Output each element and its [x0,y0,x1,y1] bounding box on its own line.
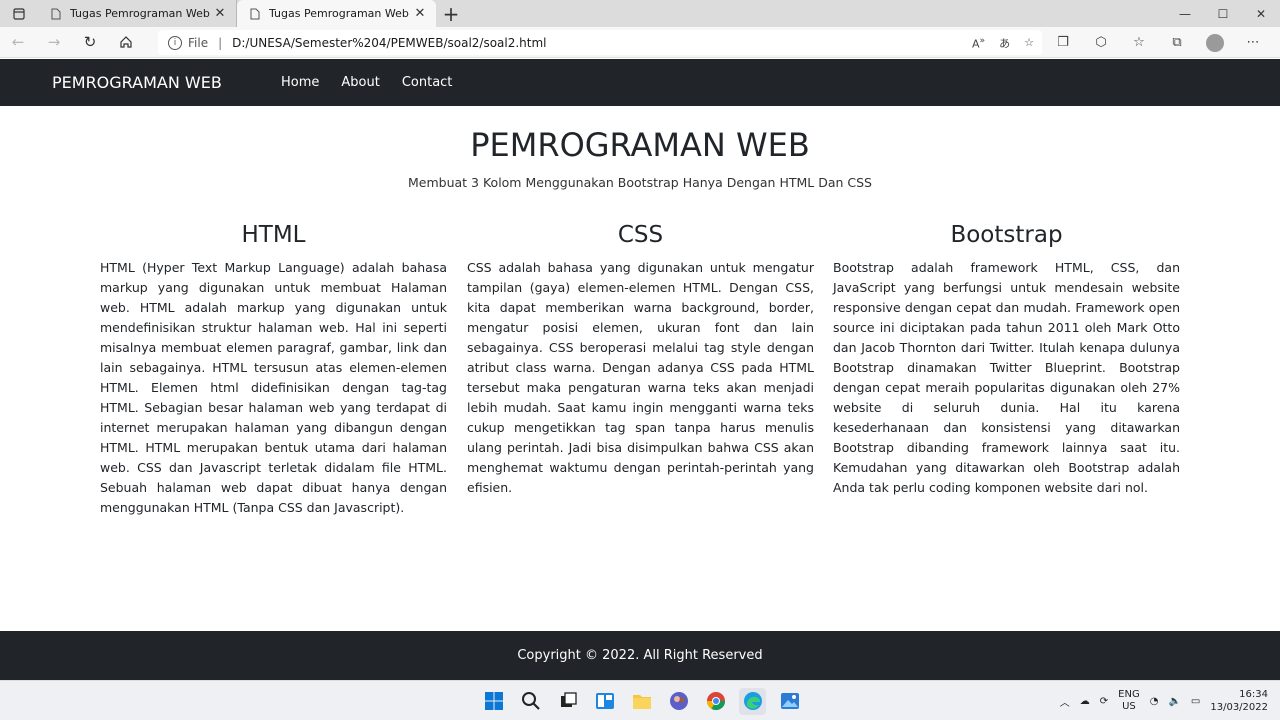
close-icon[interactable]: ✕ [212,6,228,22]
column-text: CSS adalah bahasa yang digunakan untuk m… [467,260,814,495]
plus-icon: + [442,1,460,26]
nav-link-about[interactable]: About [341,75,379,90]
nav-link-contact[interactable]: Contact [402,75,453,90]
browser-tab-active[interactable]: Tugas Pemrograman Web Ahmad ✕ [237,0,436,27]
clock-date: 13/03/2022 [1210,702,1268,713]
column-css: CSS CSS adalah bahasa yang digunakan unt… [467,222,814,498]
new-tab-button[interactable]: + [436,0,466,27]
site-footer: Copyright © 2022. All Right Reserved [0,631,1280,680]
close-icon[interactable]: ✕ [412,6,428,22]
favorites-button[interactable]: ☆ [1120,27,1158,58]
sync-icon[interactable]: ⟳ [1100,696,1108,707]
tab-actions-button[interactable] [0,0,38,27]
page-title: PEMROGRAMAN WEB [470,126,810,164]
page-icon [51,8,61,19]
collections-icon: ❐ [1057,35,1069,50]
column-html: HTML HTML (Hyper Text Markup Language) a… [100,222,447,518]
browser-tab[interactable]: Tugas Pemrograman Web ✕ [38,0,237,27]
collections-panel-button[interactable]: ⧉ [1158,27,1196,58]
home-button[interactable] [108,27,144,58]
close-window-button[interactable]: ✕ [1242,0,1280,27]
arrow-right-icon: → [47,33,61,51]
widgets-icon[interactable] [591,688,618,715]
chevron-up-icon[interactable]: ︿ [1060,694,1070,709]
volume-icon[interactable]: 🔈 [1168,696,1180,707]
windows-start-icon[interactable] [480,688,507,715]
arrow-left-icon: ← [11,33,25,51]
more-button[interactable]: ⋯ [1234,27,1272,58]
language-indicator[interactable]: ENG US [1118,689,1140,713]
maximize-icon: ☐ [1217,6,1229,21]
extensions-icon: ⬡ [1095,35,1107,50]
browser-tab-strip: Tugas Pemrograman Web ✕ Tugas Pemrograma… [0,0,1280,27]
column-heading: Bootstrap [950,222,1063,248]
collections-button[interactable]: ❐ [1044,27,1082,58]
tab-title: Tugas Pemrograman Web Ahmad [269,7,412,20]
site-navbar: PEMROGRAMAN WEB Home About Contact [0,59,1280,106]
column-text: HTML (Hyper Text Markup Language) adalah… [100,260,447,515]
browser-toolbar: ← → ↻ i File | D:/UNESA/Semester%204/PEM… [0,27,1280,58]
tab-title: Tugas Pemrograman Web [70,7,210,20]
photos-icon[interactable] [776,688,803,715]
back-button[interactable]: ← [0,27,36,58]
clock[interactable]: 16:34 13/03/2022 [1210,688,1268,714]
file-explorer-icon[interactable] [628,688,655,715]
url-actions: A» あ ☆ [972,30,1034,55]
refresh-icon: ↻ [83,33,97,51]
page-icon [250,8,260,19]
task-view-icon[interactable] [554,688,581,715]
url-text[interactable]: D:/UNESA/Semester%204/PEMWEB/soal2/soal2… [232,36,546,50]
clock-time: 16:34 [1239,689,1268,700]
search-icon[interactable] [517,688,544,715]
url-scheme: File [188,35,209,50]
taskbar-apps [480,681,803,720]
read-aloud-icon[interactable]: A» [972,35,985,51]
edge-icon[interactable] [739,687,766,715]
info-icon[interactable]: i [168,35,182,50]
battery-icon[interactable]: ▭ [1191,696,1200,707]
window-controls: — ☐ ✕ [1166,0,1280,27]
home-icon [120,36,132,48]
copyright-text: Copyright © 2022. All Right Reserved [517,648,763,663]
translate-icon[interactable]: あ [999,35,1010,51]
url-separator: | [218,35,223,50]
extensions-button[interactable]: ⬡ [1082,27,1120,58]
address-bar[interactable]: i File | D:/UNESA/Semester%204/PEMWEB/so… [158,30,1042,55]
more-icon: ⋯ [1246,35,1260,50]
collections-panel-icon: ⧉ [1172,35,1182,50]
page-subtitle: Membuat 3 Kolom Menggunakan Bootstrap Ha… [408,175,872,190]
nav-link-home[interactable]: Home [281,75,319,90]
nav-links: Home About Contact [281,59,452,106]
profile-icon[interactable] [1206,33,1224,52]
minimize-button[interactable]: — [1166,0,1204,27]
favorites-icon: ☆ [1133,35,1145,50]
windows-taskbar: ︿ ☁ ⟳ ENG US ◔ 🔈 ▭ 16:34 13/03/2022 [0,680,1280,720]
onedrive-icon[interactable]: ☁ [1080,696,1090,707]
column-heading: CSS [617,222,664,248]
maximize-button[interactable]: ☐ [1204,0,1242,27]
minimize-icon: — [1179,6,1191,21]
chrome-icon[interactable] [702,688,729,715]
tab-actions-icon [13,7,25,20]
close-icon: ✕ [1255,6,1267,21]
column-bootstrap: Bootstrap Bootstrap adalah framework HTM… [833,222,1180,498]
language-code: ENG [1118,689,1140,700]
toolbar-right: ❐ ⬡ ☆ ⧉ ⋯ [1044,27,1272,58]
column-heading: HTML [241,222,306,248]
language-region: US [1122,701,1136,712]
teams-icon[interactable] [665,688,692,715]
forward-button[interactable]: → [36,27,72,58]
wifi-icon[interactable]: ◔ [1150,696,1159,707]
refresh-button[interactable]: ↻ [72,27,108,58]
navbar-brand[interactable]: PEMROGRAMAN WEB [52,59,222,106]
system-tray: ︿ ☁ ⟳ ENG US ◔ 🔈 ▭ 16:34 13/03/2022 [1060,681,1268,720]
favorite-add-icon[interactable]: ☆ [1024,36,1034,49]
column-text: Bootstrap adalah framework HTML, CSS, da… [833,260,1180,495]
